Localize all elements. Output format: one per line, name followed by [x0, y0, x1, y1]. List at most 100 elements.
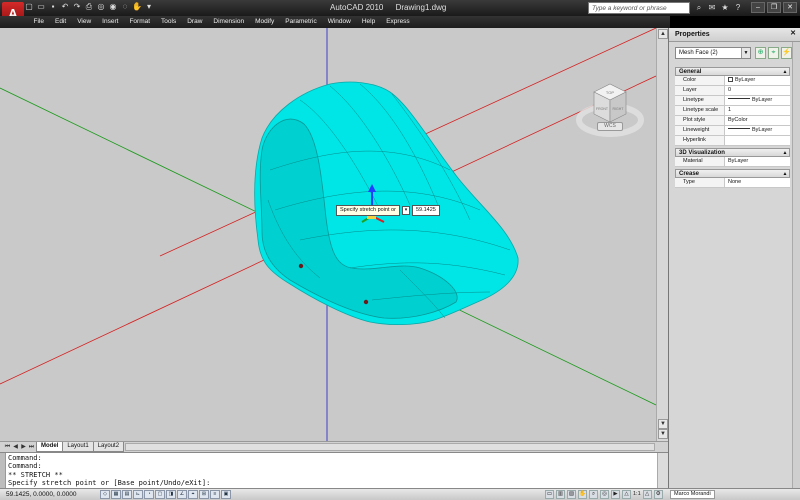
dynamic-input-options-icon[interactable]: ▾	[401, 206, 410, 215]
mesh-object[interactable]	[254, 81, 519, 326]
quick-select-icon[interactable]: ⚡	[781, 47, 792, 59]
zoom-realtime-icon[interactable]: ◎	[96, 2, 106, 12]
lineweight-icon[interactable]: ≡	[210, 490, 220, 499]
search-icon[interactable]: ⌕	[694, 2, 704, 13]
object-snap-icon[interactable]: ▢	[155, 490, 165, 499]
close-button[interactable]: ✕	[783, 2, 797, 13]
menu-dimension[interactable]: Dimension	[208, 17, 250, 27]
menu-view[interactable]: View	[72, 17, 97, 27]
palette-side-strip[interactable]	[792, 42, 800, 488]
command-line-handle[interactable]	[0, 453, 6, 489]
viewport-vertical-scrollbar[interactable]: ▲ ▼ ▼	[656, 28, 668, 441]
property-row-linetype[interactable]: Linetype ByLayer	[675, 96, 790, 106]
grip-point[interactable]	[363, 299, 369, 305]
command-line[interactable]: Command: Command: ** STRETCH ** Specify …	[0, 452, 668, 489]
select-objects-icon[interactable]: ⌖	[768, 47, 779, 59]
wcs-menu[interactable]: WCS	[597, 122, 623, 131]
save-icon[interactable]: ▪	[48, 2, 58, 12]
prev-tab-icon[interactable]: ◀	[12, 443, 19, 451]
property-row-material[interactable]: Material ByLayer	[675, 157, 790, 167]
viewcube[interactable]: TOP FRONT RIGHT	[576, 80, 646, 160]
open-file-icon[interactable]: ▭	[36, 2, 46, 12]
close-palette-icon[interactable]: ✕	[788, 29, 798, 39]
pan-icon[interactable]: ✋	[578, 490, 587, 499]
pan-icon[interactable]: ✋	[132, 2, 142, 12]
model-space-icon[interactable]: ▭	[545, 490, 554, 499]
property-row-color[interactable]: Color ByLayer	[675, 76, 790, 86]
section-general[interactable]: General ▲	[675, 67, 790, 76]
quick-view-layouts-icon[interactable]: ▥	[556, 490, 565, 499]
grid-display-icon[interactable]: ▤	[122, 490, 132, 499]
menu-file[interactable]: File	[28, 17, 49, 27]
redo-icon[interactable]: ↷	[72, 2, 82, 12]
property-row-lineweight[interactable]: Lineweight ByLayer	[675, 126, 790, 136]
communication-center-icon[interactable]: ✉	[707, 2, 717, 13]
new-file-icon[interactable]: ▢	[24, 2, 34, 12]
section-crease[interactable]: Crease ▲	[675, 169, 790, 178]
command-line-scrollbar[interactable]	[657, 453, 668, 489]
restore-button[interactable]: ❐	[767, 2, 781, 13]
menu-parametric[interactable]: Parametric	[280, 17, 322, 27]
menu-express[interactable]: Express	[381, 17, 415, 27]
help-icon[interactable]: ?	[733, 2, 743, 13]
plot-icon[interactable]: ⎙	[84, 2, 94, 12]
showmotion-icon[interactable]: ▶	[611, 490, 620, 499]
menu-modify[interactable]: Modify	[250, 17, 280, 27]
infer-constraints-icon[interactable]: ◇	[100, 490, 110, 499]
dynamic-ucs-icon[interactable]: ⌖	[188, 490, 198, 499]
tab-layout2[interactable]: Layout2	[92, 442, 125, 452]
first-tab-icon[interactable]: ⏮	[4, 443, 11, 451]
favorites-icon[interactable]: ★	[720, 2, 730, 13]
model-space-scene[interactable]	[0, 28, 656, 441]
dynamic-input-icon[interactable]: ⊞	[199, 490, 209, 499]
collapse-icon[interactable]: ▲	[781, 170, 789, 178]
help-search-input[interactable]: Type a keyword or phrase	[588, 2, 690, 14]
steering-wheel-icon[interactable]: ◎	[600, 490, 609, 499]
last-tab-icon[interactable]: ⏭	[28, 443, 35, 451]
property-row-hyperlink[interactable]: Hyperlink	[675, 136, 790, 146]
polar-tracking-icon[interactable]: ◔	[144, 490, 154, 499]
annotation-scale-value[interactable]: 1:1	[633, 490, 641, 499]
scroll-end-arrow-icon[interactable]: ▼	[658, 429, 668, 439]
grip-point[interactable]	[298, 263, 304, 269]
zoom-icon[interactable]: ⌕	[589, 490, 598, 499]
cursor-coordinates[interactable]: 59.1425, 0.0000, 0.0000	[6, 490, 76, 500]
property-row-crease-type[interactable]: Type None	[675, 178, 790, 188]
tab-layout1[interactable]: Layout1	[62, 442, 94, 452]
menu-tools[interactable]: Tools	[156, 17, 182, 27]
menu-insert[interactable]: Insert	[97, 17, 124, 27]
annotation-scale-icon[interactable]: △	[622, 490, 631, 499]
section-3d-visualization[interactable]: 3D Visualization ▲	[675, 148, 790, 157]
snap-mode-icon[interactable]: ▦	[111, 490, 121, 499]
menu-help[interactable]: Help	[356, 17, 380, 27]
collapse-icon[interactable]: ▲	[781, 149, 789, 157]
zoom-window-icon[interactable]: ◉	[108, 2, 118, 12]
toggle-pickadd-icon[interactable]: ⊕	[755, 47, 766, 59]
zoom-previous-icon[interactable]: ◌	[120, 2, 130, 12]
annotation-visibility-icon[interactable]: △	[642, 490, 652, 499]
menu-window[interactable]: Window	[322, 17, 356, 27]
scroll-up-arrow-icon[interactable]: ▲	[658, 29, 668, 39]
minimize-button[interactable]: –	[751, 2, 765, 13]
ortho-mode-icon[interactable]: ⊾	[133, 490, 143, 499]
workspace-switching-icon[interactable]: ⚙	[653, 490, 663, 499]
dynamic-input-value[interactable]: 59.1425	[411, 205, 440, 216]
chevron-down-icon[interactable]: ▼	[741, 48, 750, 58]
next-tab-icon[interactable]: ▶	[20, 443, 27, 451]
user-name-field[interactable]: Marco Morandi	[670, 490, 715, 499]
quick-properties-icon[interactable]: ▣	[221, 490, 231, 499]
menu-draw[interactable]: Draw	[182, 17, 208, 27]
collapse-icon[interactable]: ▲	[781, 68, 789, 76]
tab-model[interactable]: Model	[36, 442, 64, 452]
scroll-down-arrow-icon[interactable]: ▼	[658, 419, 668, 429]
quick-view-drawings-icon[interactable]: ▧	[567, 490, 576, 499]
property-row-layer[interactable]: Layer 0	[675, 86, 790, 96]
command-prompt[interactable]: Specify stretch point or [Base point/Und…	[8, 479, 668, 487]
viewport-horizontal-scrollbar[interactable]	[125, 443, 655, 451]
qat-dropdown-icon[interactable]: ▾	[144, 2, 154, 12]
3d-object-snap-icon[interactable]: ◨	[166, 490, 176, 499]
menu-edit[interactable]: Edit	[49, 17, 71, 27]
drawing-viewport[interactable]: TOP FRONT RIGHT WCS	[0, 28, 656, 441]
property-row-plot-style[interactable]: Plot style ByColor	[675, 116, 790, 126]
property-row-linetype-scale[interactable]: Linetype scale 1	[675, 106, 790, 116]
